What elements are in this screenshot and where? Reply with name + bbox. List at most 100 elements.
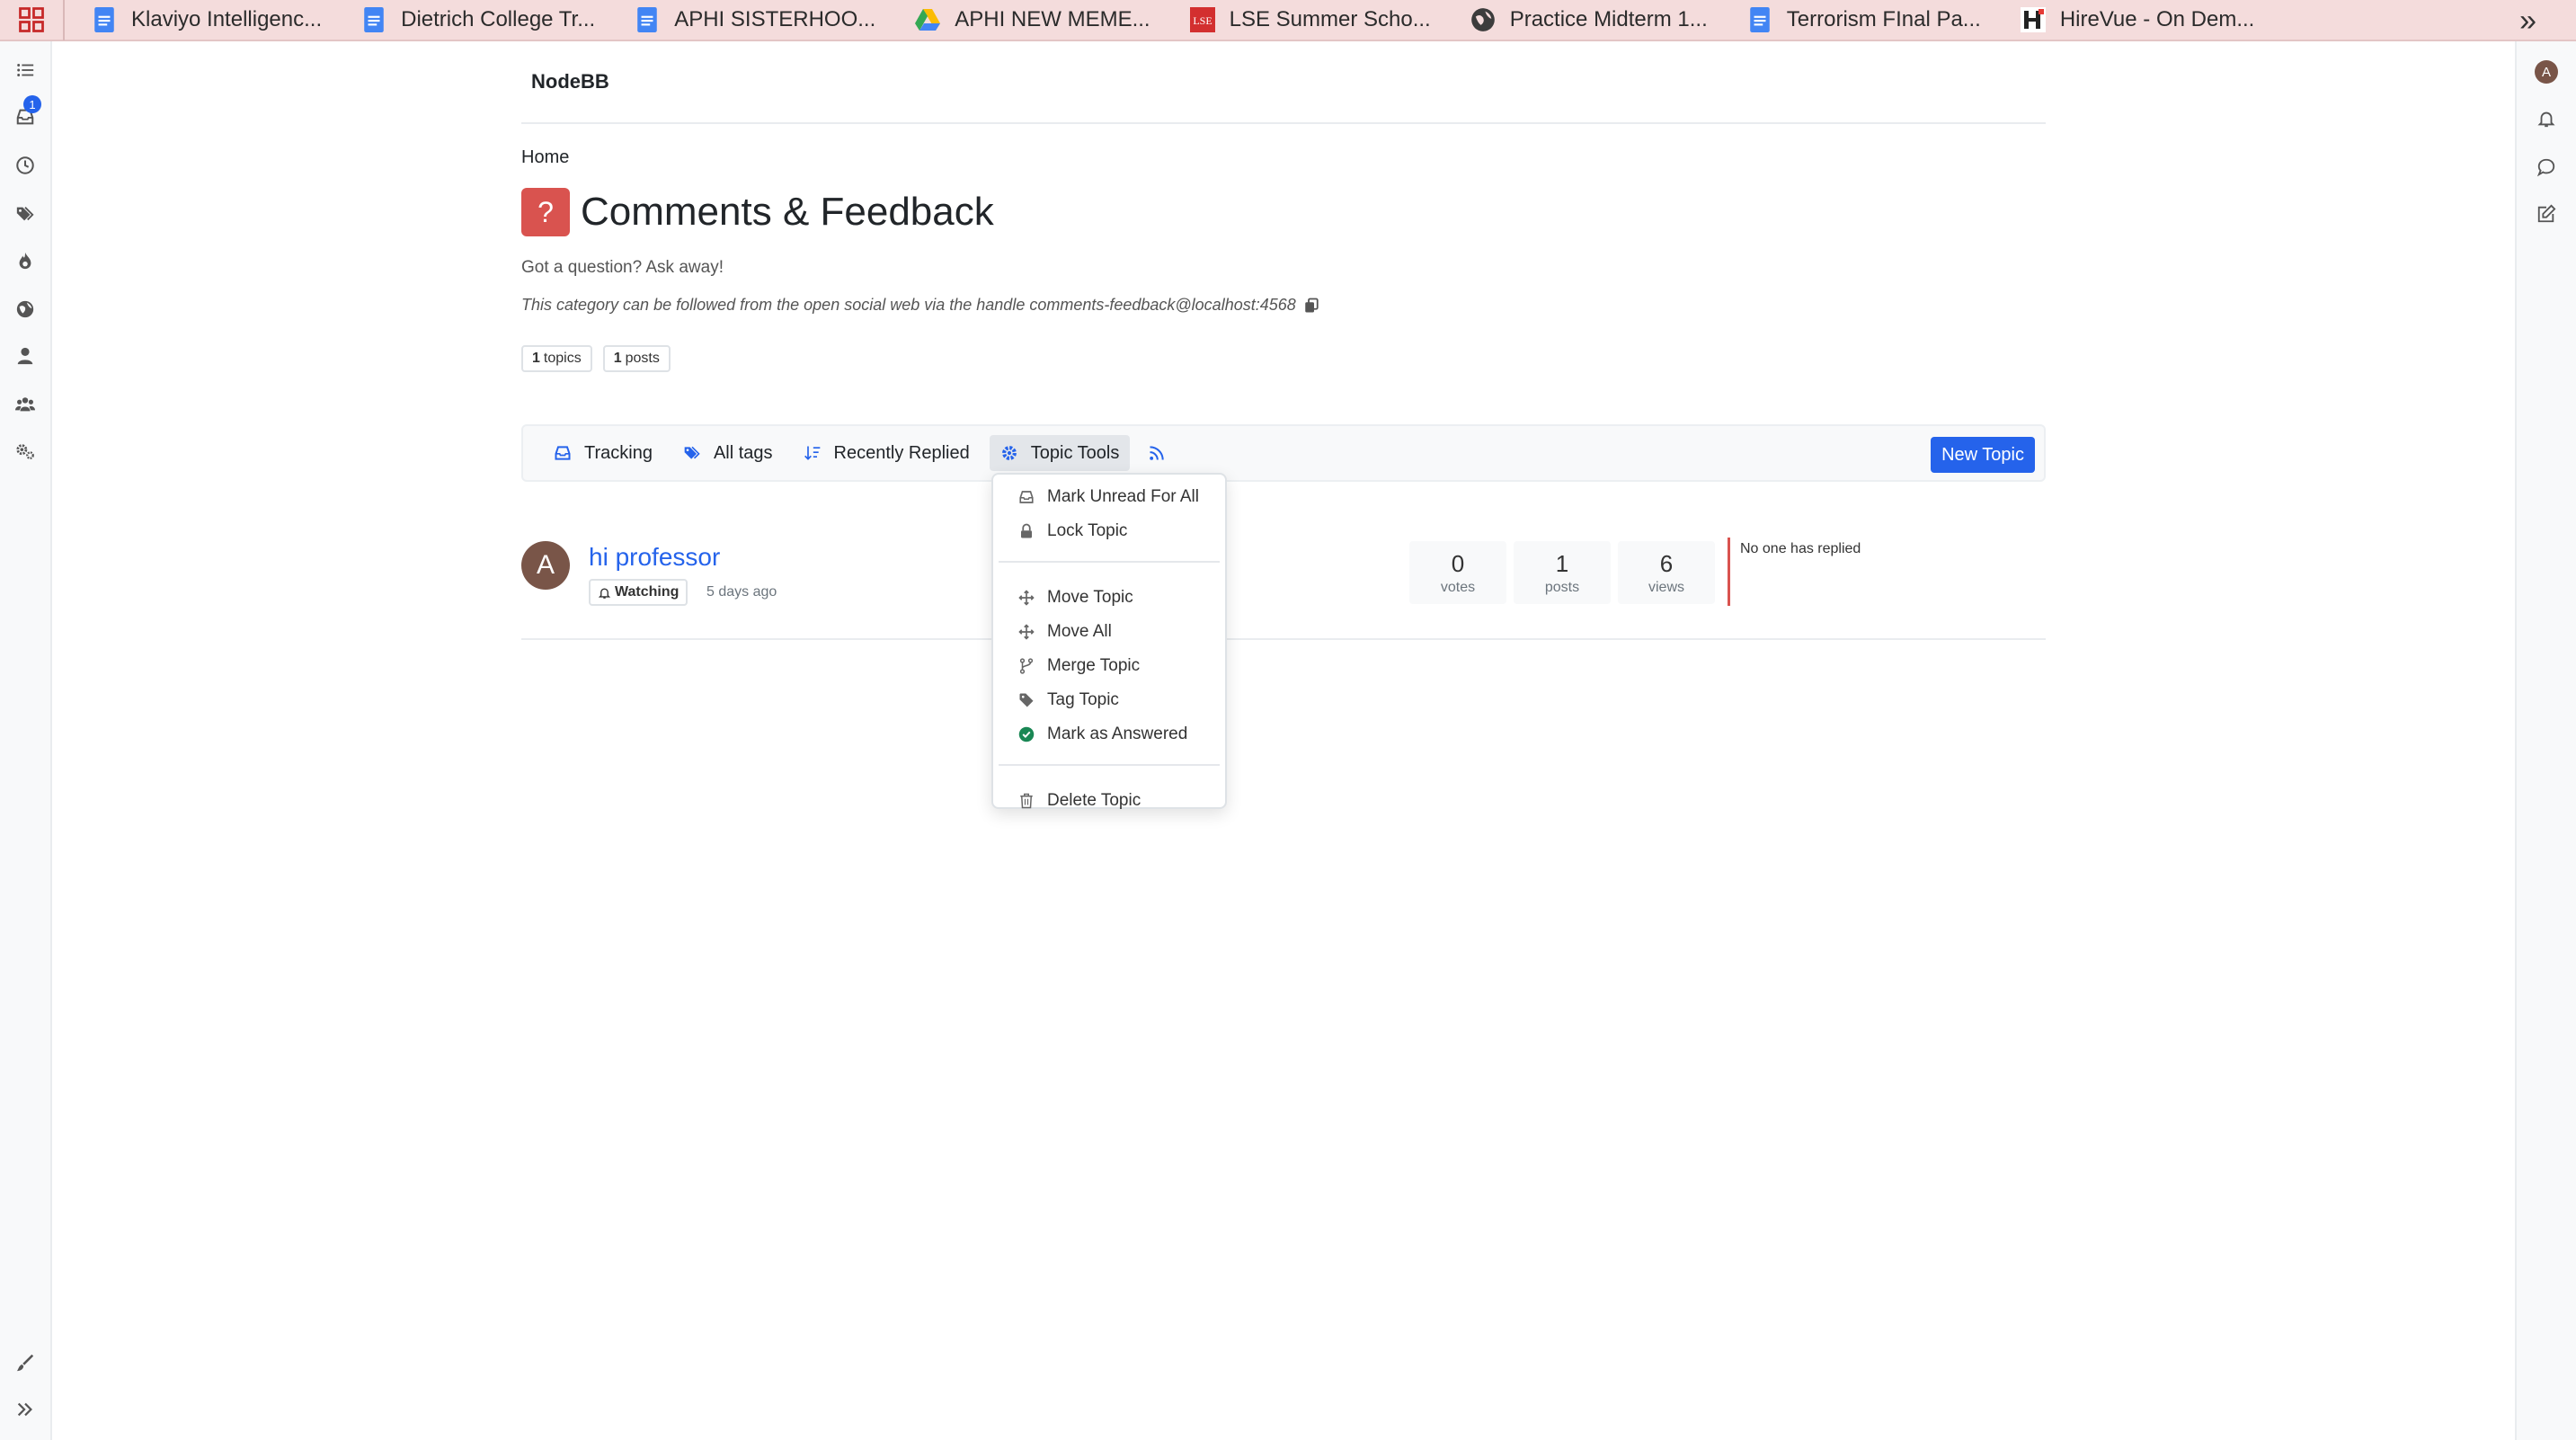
menu-item-delete-topic[interactable]: Delete Topic bbox=[993, 784, 1225, 818]
menu-label: Merge Topic bbox=[1047, 656, 1141, 675]
bookmark-item[interactable]: Terrorism FInal Pa... bbox=[1720, 0, 1994, 40]
menu-label: Move All bbox=[1047, 622, 1112, 641]
menu-item-mark-answered[interactable]: Mark as Answered bbox=[993, 717, 1225, 751]
main-content: NodeBB Home ? Comments & Feedback Got a … bbox=[521, 41, 2046, 640]
recent-clock-icon[interactable] bbox=[0, 147, 50, 183]
compose-edit-icon[interactable] bbox=[2517, 196, 2576, 232]
topics-count: 1 bbox=[532, 351, 540, 366]
menu-divider bbox=[999, 764, 1220, 766]
follow-handle-text: This category can be followed from the o… bbox=[521, 296, 1296, 314]
views-count: 6 bbox=[1659, 549, 1674, 577]
last-reply-text: No one has replied bbox=[1740, 541, 1861, 556]
bookmark-item[interactable]: Practice Midterm 1... bbox=[1443, 0, 1720, 40]
left-sidebar: 1 bbox=[0, 41, 52, 1440]
google-drive-icon bbox=[915, 6, 941, 33]
hirevue-icon bbox=[2020, 6, 2046, 33]
bookmarks-bar: Klaviyo Intelligenc... Dietrich College … bbox=[0, 0, 2576, 41]
breadcrumb[interactable]: Home bbox=[521, 147, 2046, 168]
rss-feed-button[interactable] bbox=[1139, 435, 1175, 471]
tags-icon[interactable] bbox=[0, 196, 50, 232]
expand-sidebar-icon[interactable] bbox=[0, 1391, 50, 1427]
topic-author-avatar[interactable]: A bbox=[521, 541, 570, 590]
user-avatar[interactable]: A bbox=[2517, 54, 2576, 90]
bookmark-item[interactable]: APHI SISTERHOO... bbox=[608, 0, 888, 40]
bookmark-item[interactable]: LSE LSE Summer Scho... bbox=[1163, 0, 1443, 40]
watching-badge[interactable]: Watching bbox=[589, 579, 688, 606]
world-globe-icon[interactable] bbox=[0, 291, 50, 327]
bookmark-label: LSE Summer Scho... bbox=[1229, 7, 1431, 31]
notifications-bell-icon[interactable] bbox=[2517, 101, 2576, 137]
topics-count-pill: 1 topics bbox=[521, 345, 592, 372]
posts-label: posts bbox=[625, 351, 660, 366]
views-stat: 6 views bbox=[1618, 541, 1715, 604]
bookmark-item[interactable]: HireVue - On Dem... bbox=[1994, 0, 2268, 40]
move-arrows-icon bbox=[1018, 590, 1035, 606]
menu-label: Move Topic bbox=[1047, 588, 1133, 607]
unread-count-badge: 1 bbox=[23, 95, 41, 113]
bookmark-item[interactable]: APHI NEW MEME... bbox=[888, 0, 1162, 40]
all-tags-button[interactable]: All tags bbox=[672, 435, 784, 471]
popular-fire-icon[interactable] bbox=[0, 243, 50, 279]
sort-icon bbox=[804, 446, 820, 460]
groups-people-icon[interactable] bbox=[0, 387, 50, 422]
menu-label: Mark as Answered bbox=[1047, 724, 1188, 743]
category-toolbar: Tracking All tags Recently Replied Topic… bbox=[521, 424, 2046, 482]
menu-item-mark-unread-all[interactable]: Mark Unread For All bbox=[993, 480, 1225, 514]
sort-button[interactable]: Recently Replied bbox=[793, 435, 981, 471]
topic-tools-button[interactable]: Topic Tools bbox=[989, 435, 1131, 471]
categories-list-icon[interactable] bbox=[0, 52, 50, 88]
menu-item-merge-topic[interactable]: Merge Topic bbox=[993, 649, 1225, 683]
google-docs-icon bbox=[635, 6, 660, 33]
google-docs-icon bbox=[1747, 6, 1772, 33]
new-topic-button[interactable]: New Topic bbox=[1931, 437, 2035, 473]
menu-item-lock-topic[interactable]: Lock Topic bbox=[993, 514, 1225, 548]
users-person-icon[interactable] bbox=[0, 338, 50, 374]
trash-icon bbox=[1020, 793, 1033, 809]
menu-item-tag-topic[interactable]: Tag Topic bbox=[993, 683, 1225, 717]
code-fork-icon bbox=[1019, 658, 1034, 674]
admin-gears-icon[interactable] bbox=[0, 433, 50, 469]
sort-label: Recently Replied bbox=[833, 442, 970, 463]
menu-label: Delete Topic bbox=[1047, 791, 1141, 810]
category-title-row: ? Comments & Feedback bbox=[521, 188, 2046, 236]
bookmark-label: Practice Midterm 1... bbox=[1509, 7, 1708, 31]
menu-item-move-topic[interactable]: Move Topic bbox=[993, 581, 1225, 615]
bookmark-label: Terrorism FInal Pa... bbox=[1786, 7, 1981, 31]
category-follow-info: This category can be followed from the o… bbox=[521, 296, 2046, 315]
avatar-letter: A bbox=[2535, 60, 2558, 84]
menu-item-move-all[interactable]: Move All bbox=[993, 615, 1225, 649]
copy-icon[interactable] bbox=[1303, 298, 1319, 314]
all-tags-label: All tags bbox=[713, 442, 773, 463]
topic-tools-label: Topic Tools bbox=[1030, 442, 1120, 463]
topic-timestamp: 5 days ago bbox=[706, 584, 777, 600]
more-bookmarks-chevron-icon[interactable]: » bbox=[2519, 0, 2536, 41]
posts-stat: 1 posts bbox=[1514, 541, 1611, 604]
bookmark-item[interactable]: Klaviyo Intelligenc... bbox=[65, 0, 334, 40]
skin-brush-icon[interactable] bbox=[0, 1345, 50, 1381]
gear-icon bbox=[1001, 446, 1017, 460]
menu-label: Tag Topic bbox=[1047, 690, 1119, 709]
last-reply-divider bbox=[1728, 538, 1730, 606]
posts-count: 1 bbox=[1555, 549, 1569, 577]
tag-icon bbox=[1019, 693, 1034, 707]
category-stats: 1 topics 1 posts bbox=[521, 345, 2046, 372]
bookmark-label: HireVue - On Dem... bbox=[2059, 7, 2255, 31]
unread-inbox-icon[interactable]: 1 bbox=[0, 95, 50, 135]
chats-bubble-icon[interactable] bbox=[2517, 149, 2576, 185]
lock-icon bbox=[1021, 523, 1032, 538]
check-circle-icon bbox=[1018, 726, 1035, 742]
apps-grid-icon[interactable] bbox=[0, 0, 65, 40]
topics-label: topics bbox=[543, 351, 582, 366]
bookmark-item[interactable]: Dietrich College Tr... bbox=[334, 0, 608, 40]
brand-header: NodeBB bbox=[521, 41, 2046, 124]
google-docs-icon bbox=[92, 6, 117, 33]
google-docs-icon bbox=[361, 6, 386, 33]
posts-count: 1 bbox=[613, 351, 622, 366]
page-title: Comments & Feedback bbox=[581, 190, 994, 234]
brand-title[interactable]: NodeBB bbox=[531, 70, 609, 93]
category-description: Got a question? Ask away! bbox=[521, 258, 724, 277]
tracking-button[interactable]: Tracking bbox=[543, 435, 663, 471]
bookmark-label: Dietrich College Tr... bbox=[401, 7, 596, 31]
votes-stat: 0 votes bbox=[1409, 541, 1506, 604]
topic-title-link[interactable]: hi professor bbox=[589, 543, 720, 572]
